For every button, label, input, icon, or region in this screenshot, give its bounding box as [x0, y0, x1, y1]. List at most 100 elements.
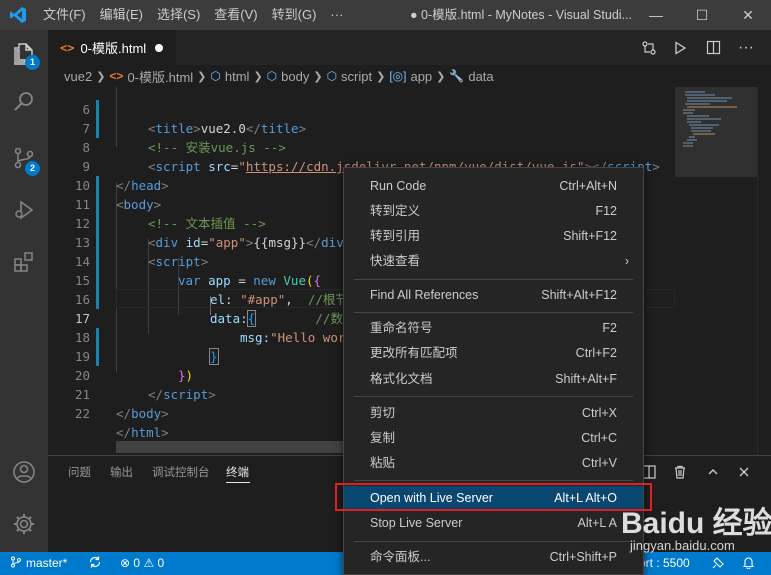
explorer-button[interactable]: 1 — [0, 30, 48, 78]
menu-item-cut[interactable]: 剪切 Ctrl+X — [344, 401, 643, 426]
highlight-annotation-box — [335, 483, 652, 511]
search-button[interactable] — [0, 78, 48, 126]
watermark-text: Baidu 经验 — [621, 507, 771, 540]
breadcrumb-folder[interactable]: vue2 — [64, 69, 92, 84]
minimap[interactable] — [675, 87, 771, 455]
breadcrumb-html[interactable]: html — [225, 69, 250, 84]
element-icon: ⬡ — [210, 69, 221, 83]
menu-go[interactable]: 转到(G) — [265, 0, 324, 30]
tab-terminal[interactable]: 终端 — [226, 456, 249, 490]
menu-edit[interactable]: 编辑(E) — [93, 0, 150, 30]
run-debug-button[interactable] — [0, 186, 48, 234]
settings-button[interactable] — [0, 500, 48, 548]
menu-item-format-document[interactable]: 格式化文档 Shift+Alt+F — [344, 367, 643, 392]
branch-status[interactable]: master* — [10, 552, 67, 575]
code-line: 8 <script src="https://cdn.jsdelivr.net/… — [48, 119, 675, 174]
run-button[interactable] — [665, 30, 695, 65]
menu-bar: 文件(F) 编辑(E) 选择(S) 查看(V) 转到(G) ··· — [36, 0, 350, 30]
split-editor-button[interactable] — [698, 30, 728, 65]
chevron-right-icon: ❯ — [253, 70, 263, 83]
source-control-button[interactable]: 2 — [0, 134, 48, 182]
menu-item-rename-symbol[interactable]: 重命名符号 F2 — [344, 316, 643, 341]
breadcrumb-data[interactable]: data — [468, 69, 493, 84]
maximize-button[interactable]: ☐ — [679, 0, 725, 30]
menu-item-stop-live-server[interactable]: Stop Live Server Alt+L A — [344, 511, 643, 536]
chevron-right-icon: ❯ — [376, 70, 386, 83]
menu-item-change-all-occurrences[interactable]: 更改所有匹配项 Ctrl+F2 — [344, 341, 643, 366]
accounts-button[interactable] — [0, 448, 48, 496]
trash-icon — [675, 465, 685, 479]
horizontal-scrollbar[interactable] — [116, 441, 344, 453]
vscode-logo-icon — [0, 0, 36, 30]
html-file-icon: <> — [109, 69, 124, 83]
breadcrumb: vue2 ❯ <> 0-模版.html ❯ ⬡ html ❯ ⬡ body ❯ … — [48, 65, 771, 87]
breadcrumb-body[interactable]: body — [281, 69, 309, 84]
line-number: 22 — [74, 406, 90, 421]
wrench-icon: 🔧 — [449, 69, 465, 83]
variable-icon: [◎] — [389, 69, 407, 83]
sync-button[interactable] — [88, 552, 102, 575]
html-file-icon: <> — [60, 40, 75, 55]
code-line: 9 </head> — [48, 138, 675, 193]
kill-terminal-button[interactable] — [669, 461, 691, 483]
extensions-icon — [14, 252, 33, 272]
close-button[interactable]: ✕ — [725, 0, 771, 30]
editor-tab[interactable]: <> 0-模版.html — [48, 30, 176, 65]
split-editor-icon — [706, 40, 720, 55]
menu-file[interactable]: 文件(F) — [36, 0, 93, 30]
window-title: ● 0-模版.html - MyNotes - Visual Studi... — [410, 8, 632, 22]
chevron-right-icon: ❯ — [96, 70, 106, 83]
menu-selection[interactable]: 选择(S) — [150, 0, 207, 30]
chevron-right-icon: › — [624, 254, 629, 268]
menu-more[interactable]: ··· — [323, 0, 350, 30]
menu-separator — [354, 541, 633, 542]
activity-bar: 1 2 — [0, 30, 48, 552]
menu-item-copy[interactable]: 复制 Ctrl+C — [344, 426, 643, 451]
close-panel-button[interactable] — [733, 461, 755, 483]
menu-separator — [354, 279, 633, 280]
minimize-button[interactable]: — — [633, 0, 679, 30]
element-icon: ⬡ — [266, 69, 278, 83]
menu-item-command-palette[interactable]: 命令面板... Ctrl+Shift+P — [344, 545, 643, 570]
branch-name: master* — [26, 556, 68, 570]
tab-output[interactable]: 输出 — [110, 456, 133, 490]
editor-tab-bar: <> 0-模版.html ··· — [48, 30, 771, 65]
breadcrumb-file[interactable]: 0-模版.html — [127, 67, 193, 86]
more-actions-button[interactable]: ··· — [731, 30, 761, 65]
ellipsis-icon: ··· — [738, 38, 754, 56]
close-icon — [739, 467, 749, 477]
code-line: 6 <title>vue2.0</title> — [48, 87, 675, 136]
breadcrumb-script[interactable]: script — [341, 69, 372, 84]
menu-view[interactable]: 查看(V) — [207, 0, 264, 30]
split-icon — [642, 465, 656, 479]
account-icon — [13, 461, 35, 483]
run-debug-icon — [15, 200, 34, 220]
scm-badge: 2 — [25, 161, 40, 176]
menu-item-go-to-definition[interactable]: 转到定义 F12 — [344, 199, 643, 224]
chevron-up-icon — [708, 469, 718, 475]
chevron-right-icon: ❯ — [197, 70, 207, 83]
git-branch-icon — [11, 556, 21, 568]
problems-status[interactable]: ⊗ 0 ⚠ 0 — [120, 552, 164, 575]
unsaved-dot-icon[interactable] — [155, 43, 164, 52]
search-icon — [14, 92, 33, 111]
maximize-panel-button[interactable] — [702, 461, 724, 483]
breadcrumb-app[interactable]: app — [410, 69, 432, 84]
warning-icon: ⚠ — [143, 556, 155, 570]
extensions-button[interactable] — [0, 238, 48, 286]
menu-item-run-code[interactable]: Run Code Ctrl+Alt+N — [344, 174, 643, 199]
vertical-scrollbar[interactable] — [757, 87, 771, 455]
tab-debug-console[interactable]: 调试控制台 — [152, 456, 210, 490]
menu-item-go-to-references[interactable]: 转到引用 Shift+F12 — [344, 224, 643, 249]
tab-label: 0-模版.html — [80, 41, 147, 56]
tab-problems[interactable]: 问题 — [68, 456, 91, 490]
sync-icon — [89, 556, 101, 568]
menu-item-peek[interactable]: 快速查看 › — [344, 249, 643, 274]
chevron-right-icon: ❯ — [436, 70, 446, 83]
explorer-badge: 1 — [25, 55, 40, 70]
menu-item-paste[interactable]: 粘贴 Ctrl+V — [344, 451, 643, 476]
compare-changes-button[interactable] — [634, 30, 664, 65]
chevron-right-icon: ❯ — [313, 70, 323, 83]
menu-item-find-all-references[interactable]: Find All References Shift+Alt+F12 — [344, 283, 643, 308]
context-menu: Run Code Ctrl+Alt+N 转到定义 F12 转到引用 Shift+… — [343, 167, 644, 575]
